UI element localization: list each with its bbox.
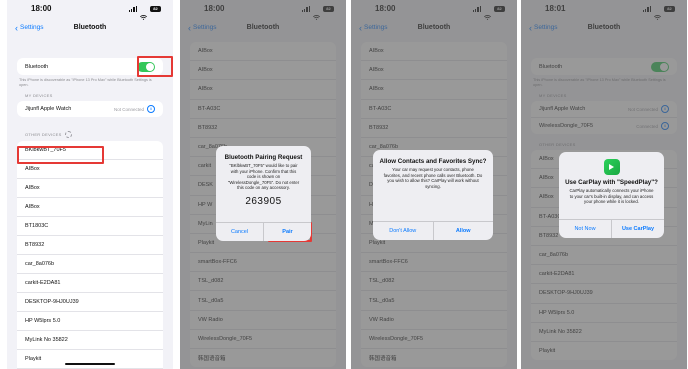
device-status-text: Not Connected xyxy=(113,106,144,112)
cancel-button[interactable]: Don't Allow xyxy=(373,222,433,240)
list-item-label: car_8a076b xyxy=(25,261,55,267)
list-item[interactable]: carkit-E2DA81 xyxy=(17,274,163,293)
list-item[interactable]: DESKTOP-9HJ0UJ39 xyxy=(17,293,163,312)
list-item-label: AIBox xyxy=(25,185,40,191)
list-item-label: MyLink No 35822 xyxy=(25,337,68,343)
dialog-title: Use CarPlay with "SpeedPlay"? xyxy=(565,179,658,186)
other-devices-header: OTHER DEVICES xyxy=(25,131,155,138)
list-item-label: Playkit xyxy=(25,356,42,362)
list-item-label: BT8932 xyxy=(25,242,45,248)
device-row[interactable]: Jijunfl Apple Watch Not Connectedi xyxy=(17,101,163,117)
list-item-label: carkit-E2DA81 xyxy=(25,280,61,286)
dialog-message: CarPlay automatically connects your iPho… xyxy=(569,188,654,205)
list-item[interactable]: AIBox xyxy=(17,179,163,198)
status-icons: 82 xyxy=(128,5,161,20)
discoverable-note: This iPhone is discoverable as "iPhone 1… xyxy=(19,78,152,87)
dialog-buttons: Not Now Use CarPlay xyxy=(559,219,664,238)
nav-bar: ‹SettingsBluetooth xyxy=(7,20,173,38)
list-item[interactable]: MyLink No 35822 xyxy=(17,331,163,350)
pairing-code: 263905 xyxy=(245,195,282,207)
phone-screen-4: 18:0182‹SettingsBluetoothBluetoothThis i… xyxy=(521,0,687,369)
list-item-label: AIBox xyxy=(25,166,40,172)
dialog-message: Your car may request your contacts, phon… xyxy=(383,167,483,189)
status-time: 18:00 xyxy=(31,4,52,13)
bluetooth-label: Bluetooth xyxy=(25,63,49,70)
dialog-title: Bluetooth Pairing Request xyxy=(224,154,303,161)
list-item[interactable]: BT1803C xyxy=(17,217,163,236)
page-title: Bluetooth xyxy=(73,24,107,31)
info-icon[interactable]: i xyxy=(147,105,155,113)
list-item[interactable]: AIBox xyxy=(17,198,163,217)
confirm-button[interactable]: Allow xyxy=(432,222,494,240)
alert-dialog: Use CarPlay with "SpeedPlay"? CarPlay aut… xyxy=(559,152,664,238)
dialog-title: Allow Contacts and Favorites Sync? xyxy=(379,158,487,165)
dialog-buttons: Cancel Pair xyxy=(216,222,311,241)
dialog-message: "BKlbkwBT_70F5" would like to pair with … xyxy=(227,163,300,191)
dialog-buttons: Don't Allow Allow xyxy=(373,221,493,240)
highlight-box xyxy=(17,146,104,164)
cancel-button[interactable]: Cancel xyxy=(216,223,263,241)
loading-icon xyxy=(64,131,72,138)
highlight-box xyxy=(137,56,173,77)
list-item-label: HP W5lprs 5.0 xyxy=(25,318,61,324)
list-item[interactable]: Playkit xyxy=(17,350,163,369)
my-devices-list: Jijunfl Apple Watch Not Connected i xyxy=(17,101,163,117)
phone-screen-2: 18:0082‹SettingsBluetoothAIBoxAIBoxAIBox… xyxy=(180,0,346,369)
my-devices-header: MY DEVICES xyxy=(25,93,53,98)
signal-icon xyxy=(128,6,137,12)
other-devices-list: BKlbkwBT_70F5 AIBox AIBox AIBox BT1803C BT893… xyxy=(17,141,163,369)
device-status: Not Connectedi xyxy=(114,105,155,113)
list-item-label: AIBox xyxy=(25,204,40,210)
cancel-button[interactable]: Not Now xyxy=(559,220,611,238)
confirm-button[interactable]: Pair xyxy=(263,223,311,241)
list-item[interactable]: car_8a076b xyxy=(17,255,163,274)
wifi-icon xyxy=(139,7,148,20)
battery-icon: 82 xyxy=(150,6,161,12)
alert-dialog: Allow Contacts and Favorites Sync? Your c… xyxy=(373,150,493,240)
device-name: Jijunfl Apple Watch xyxy=(25,106,72,112)
other-devices-label: OTHER DEVICES xyxy=(25,132,62,137)
status-bar: 18:00 82 xyxy=(7,0,173,20)
phone-screen-1: 18:00 82 ‹ Settings Bluetooth Bluetooth This i… xyxy=(7,0,173,369)
list-item[interactable]: BT8932 xyxy=(17,236,163,255)
list-item-label: DESKTOP-9HJ0UJ39 xyxy=(25,299,79,305)
home-indicator xyxy=(65,363,115,365)
carplay-icon xyxy=(603,159,620,175)
list-item[interactable]: HP W5lprs 5.0 xyxy=(17,312,163,331)
alert-dialog: Bluetooth Pairing Request "BKlbkwBT_70F5"… xyxy=(216,146,311,241)
confirm-button[interactable]: Use CarPlay xyxy=(611,220,664,238)
phone-screen-3: 18:0082‹SettingsBluetoothAIBoxAIBoxAIBox… xyxy=(351,0,517,369)
list-item-label: BT1803C xyxy=(25,223,49,229)
